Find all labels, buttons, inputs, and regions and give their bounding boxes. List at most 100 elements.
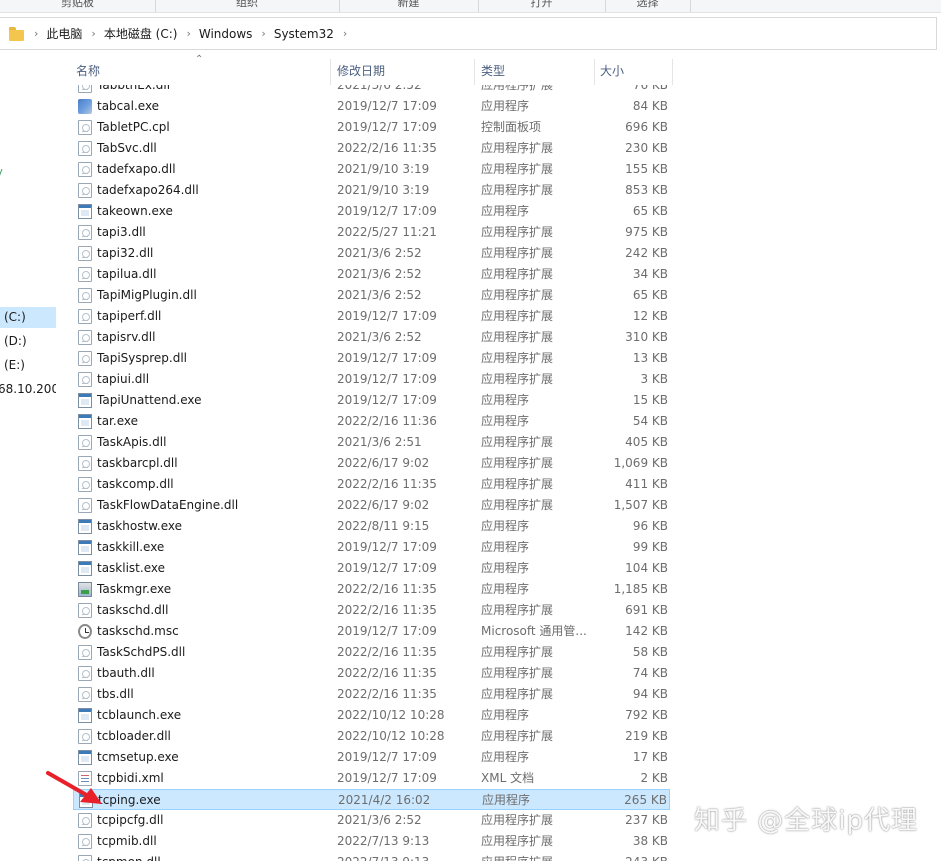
file-row[interactable]: taskkill.exe 2019/12/7 17:09 应用程序 99 KB (73, 537, 670, 558)
file-row[interactable]: tcblaunch.exe 2022/10/12 10:28 应用程序 792 KB (73, 705, 670, 726)
breadcrumb-windows[interactable]: Windows (199, 27, 253, 41)
file-type: 应用程序 (481, 750, 530, 764)
file-date-modified: 2021/3/6 2:52 (337, 330, 422, 344)
ribbon-group-select: 选择 (605, 0, 691, 12)
file-size: 13 KB (632, 351, 668, 365)
file-name: taskkill.exe (97, 540, 165, 554)
file-name: tbauth.dll (97, 666, 155, 680)
file-row[interactable]: TaskFlowDataEngine.dll 2022/6/17 9:02 应用程序… (73, 495, 670, 516)
file-date-modified: 2022/2/16 11:35 (337, 582, 437, 596)
file-row[interactable]: TabbtnEx.dll 2021/3/6 2:52 应用程序扩展 76 KB (73, 85, 670, 96)
chevron-right-icon[interactable]: › (343, 27, 347, 40)
file-row[interactable]: TabSvc.dll 2022/2/16 11:35 应用程序扩展 230 KB (73, 138, 670, 159)
column-header-date[interactable]: 修改日期 (337, 59, 385, 83)
chevron-right-icon[interactable]: › (34, 27, 38, 40)
column-header-size[interactable]: 大小 (600, 59, 624, 83)
file-date-modified: 2022/7/13 9:13 (337, 852, 429, 861)
file-list[interactable]: TabbtnEx.dll 2021/3/6 2:52 应用程序扩展 76 KB tabc… (0, 85, 941, 861)
file-row[interactable]: TaskSchdPS.dll 2022/2/16 11:35 应用程序扩展 58 KB (73, 642, 670, 663)
file-row[interactable]: taskhostw.exe 2022/8/11 9:15 应用程序 96 KB (73, 516, 670, 537)
file-type: 应用程序扩展 (481, 813, 554, 827)
file-row[interactable]: taskschd.dll 2022/2/16 11:35 应用程序扩展 691 KB (73, 600, 670, 621)
file-row[interactable]: TapiUnattend.exe 2019/12/7 17:09 应用程序 15 KB (73, 390, 670, 411)
dll-file-icon (78, 603, 92, 618)
dll-file-icon (78, 477, 92, 492)
file-row[interactable]: tapiui.dll 2019/12/7 17:09 应用程序扩展 3 KB (73, 369, 670, 390)
file-row[interactable]: tcping.exe 2021/4/2 16:02 应用程序 265 KB (73, 789, 670, 810)
file-row[interactable]: Taskmgr.exe 2022/2/16 11:35 应用程序 1,185 KB (73, 579, 670, 600)
file-row[interactable]: tapi32.dll 2021/3/6 2:52 应用程序扩展 242 KB (73, 243, 670, 264)
dll-file-icon (78, 225, 92, 240)
file-row[interactable]: tabcal.exe 2019/12/7 17:09 应用程序 84 KB (73, 96, 670, 117)
file-row[interactable]: taskcomp.dll 2022/2/16 11:35 应用程序扩展 411 KB (73, 474, 670, 495)
dll-file-icon (78, 162, 92, 177)
file-row[interactable]: tcpbidi.xml 2019/12/7 17:09 XML 文档 2 KB (73, 768, 670, 789)
file-row[interactable]: tasklist.exe 2019/12/7 17:09 应用程序 104 KB (73, 558, 670, 579)
file-date-modified: 2019/12/7 17:09 (337, 393, 437, 407)
file-date-modified: 2019/12/7 17:09 (337, 120, 437, 134)
file-row[interactable]: tbs.dll 2022/2/16 11:35 应用程序扩展 94 KB (73, 684, 670, 705)
file-size: 94 KB (632, 687, 668, 701)
file-row[interactable]: TaskApis.dll 2021/3/6 2:51 应用程序扩展 405 KB (73, 432, 670, 453)
file-row[interactable]: taskbarcpl.dll 2022/6/17 9:02 应用程序扩展 1,069 … (73, 453, 670, 474)
file-row[interactable]: TapiMigPlugin.dll 2021/3/6 2:52 应用程序扩展 65 K… (73, 285, 670, 306)
file-name: tapisrv.dll (97, 330, 156, 344)
file-row[interactable]: tapisrv.dll 2021/3/6 2:52 应用程序扩展 310 KB (73, 327, 670, 348)
dll-file-icon (78, 246, 92, 261)
file-size: 792 KB (625, 708, 668, 722)
file-row[interactable]: TapiSysprep.dll 2019/12/7 17:09 应用程序扩展 13 K… (73, 348, 670, 369)
file-row[interactable]: tcmsetup.exe 2019/12/7 17:09 应用程序 17 KB (73, 747, 670, 768)
file-size: 15 KB (632, 393, 668, 407)
file-name: tar.exe (97, 414, 138, 428)
file-row[interactable]: tadefxapo264.dll 2021/9/10 3:19 应用程序扩展 853 … (73, 180, 670, 201)
file-row[interactable]: tcpmib.dll 2022/7/13 9:13 应用程序扩展 38 KB (73, 831, 670, 852)
breadcrumb-system32[interactable]: System32 (274, 27, 334, 41)
chevron-right-icon[interactable]: › (91, 27, 95, 40)
file-type: 应用程序扩展 (481, 666, 554, 680)
task-manager-icon (78, 582, 92, 597)
file-row[interactable]: taskschd.msc 2019/12/7 17:09 Microsoft 通用管… (73, 621, 670, 642)
file-type: 应用程序扩展 (481, 351, 554, 365)
column-divider[interactable] (672, 59, 673, 85)
breadcrumb-local-disk-c[interactable]: 本地磁盘 (C:) (104, 25, 178, 42)
chevron-right-icon[interactable]: › (261, 27, 265, 40)
column-header-name[interactable]: 名称 (76, 59, 100, 83)
column-divider[interactable] (474, 59, 475, 85)
file-type: 应用程序扩展 (481, 288, 554, 302)
file-type: 应用程序扩展 (481, 477, 554, 491)
file-row[interactable]: tbauth.dll 2022/2/16 11:35 应用程序扩展 74 KB (73, 663, 670, 684)
file-size: 54 KB (632, 414, 668, 428)
address-bar[interactable]: › 此电脑 › 本地磁盘 (C:) › Windows › System32 › (0, 17, 937, 50)
file-row[interactable]: takeown.exe 2019/12/7 17:09 应用程序 65 KB (73, 201, 670, 222)
file-row[interactable]: tar.exe 2022/2/16 11:36 应用程序 54 KB (73, 411, 670, 432)
file-row[interactable]: tapi3.dll 2022/5/27 11:21 应用程序扩展 975 KB (73, 222, 670, 243)
file-date-modified: 2019/12/7 17:09 (337, 750, 437, 764)
file-size: 38 KB (632, 834, 668, 848)
breadcrumb-this-pc[interactable]: 此电脑 (46, 25, 82, 42)
column-divider[interactable] (330, 59, 331, 85)
file-row[interactable]: tcbloader.dll 2022/10/12 10:28 应用程序扩展 219 K… (73, 726, 670, 747)
file-size: 155 KB (625, 162, 668, 176)
file-name: taskbarcpl.dll (97, 456, 178, 470)
file-type: 应用程序 (481, 519, 530, 533)
file-row[interactable]: tcpipcfg.dll 2021/3/6 2:52 应用程序扩展 237 KB (73, 810, 670, 831)
file-row[interactable]: tcpmon.dll 2022/7/13 9:13 应用程序扩展 243 KB (73, 852, 670, 861)
file-type: 应用程序扩展 (481, 852, 553, 861)
file-date-modified: 2021/3/6 2:52 (337, 288, 422, 302)
file-date-modified: 2022/2/16 11:35 (337, 645, 437, 659)
column-divider[interactable] (594, 59, 595, 85)
dll-file-icon (78, 120, 92, 135)
file-row[interactable]: TabletPC.cpl 2019/12/7 17:09 控制面板项 696 KB (73, 117, 670, 138)
file-type: 应用程序 (481, 582, 530, 596)
file-type: XML 文档 (481, 771, 535, 785)
file-date-modified: 2022/10/12 10:28 (337, 708, 445, 722)
chevron-right-icon[interactable]: › (186, 27, 190, 40)
file-type: 控制面板项 (481, 120, 542, 134)
file-date-modified: 2019/12/7 17:09 (337, 561, 437, 575)
file-row[interactable]: tadefxapo.dll 2021/9/10 3:19 应用程序扩展 155 KB (73, 159, 670, 180)
file-row[interactable]: tapilua.dll 2021/3/6 2:52 应用程序扩展 34 KB (73, 264, 670, 285)
file-row[interactable]: tapiperf.dll 2019/12/7 17:09 应用程序扩展 12 KB (73, 306, 670, 327)
dll-file-icon (78, 498, 92, 513)
column-header-type[interactable]: 类型 (481, 59, 505, 83)
file-name: tapi32.dll (97, 246, 154, 260)
